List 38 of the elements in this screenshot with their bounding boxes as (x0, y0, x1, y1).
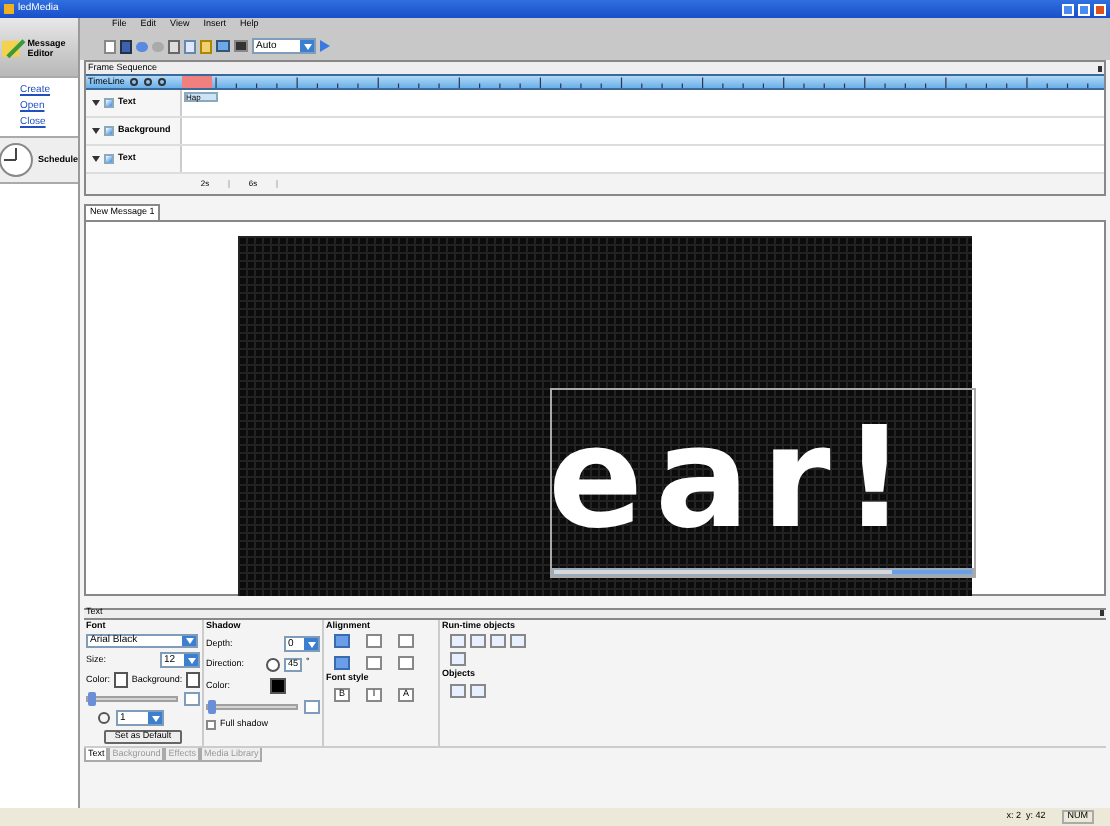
scrollbar[interactable] (552, 567, 974, 575)
selection-frame[interactable]: ear! (550, 387, 976, 577)
expand-icon[interactable] (92, 100, 100, 106)
align-button[interactable] (398, 634, 414, 648)
layer-icon (104, 98, 114, 108)
caret-icon (303, 43, 311, 49)
close-icon[interactable] (1094, 3, 1106, 15)
value-field[interactable] (304, 700, 320, 714)
caret-icon (185, 638, 193, 644)
value-field[interactable] (184, 692, 200, 706)
slider-thumb[interactable] (208, 700, 216, 714)
align-button[interactable] (398, 656, 414, 670)
color-swatch[interactable] (186, 672, 200, 688)
checkbox[interactable] (206, 720, 216, 730)
led-text: ear! (548, 408, 919, 548)
caret-icon (151, 715, 159, 721)
color-swatch[interactable] (114, 672, 128, 688)
layer-icon (104, 154, 114, 164)
expand-icon[interactable] (92, 128, 100, 134)
align-button[interactable] (366, 656, 382, 670)
align-button[interactable] (366, 634, 382, 648)
clock-icon (0, 140, 36, 180)
direction-dial[interactable] (266, 658, 280, 672)
expand-icon[interactable] (92, 156, 100, 162)
align-button[interactable] (334, 634, 350, 648)
caret-icon (307, 641, 315, 647)
slider-thumb[interactable] (88, 692, 96, 706)
pencil-icon (2, 33, 26, 61)
play-icon[interactable] (320, 40, 330, 52)
layer-icon (104, 126, 114, 136)
font-slider[interactable] (86, 696, 179, 702)
app-icon (4, 4, 14, 14)
minimize-icon[interactable] (1062, 3, 1074, 15)
align-button[interactable] (334, 656, 350, 670)
shadow-slider[interactable] (206, 704, 299, 710)
color-swatch[interactable] (270, 678, 286, 694)
maximize-icon[interactable] (1078, 3, 1090, 15)
caret-icon (187, 657, 195, 663)
